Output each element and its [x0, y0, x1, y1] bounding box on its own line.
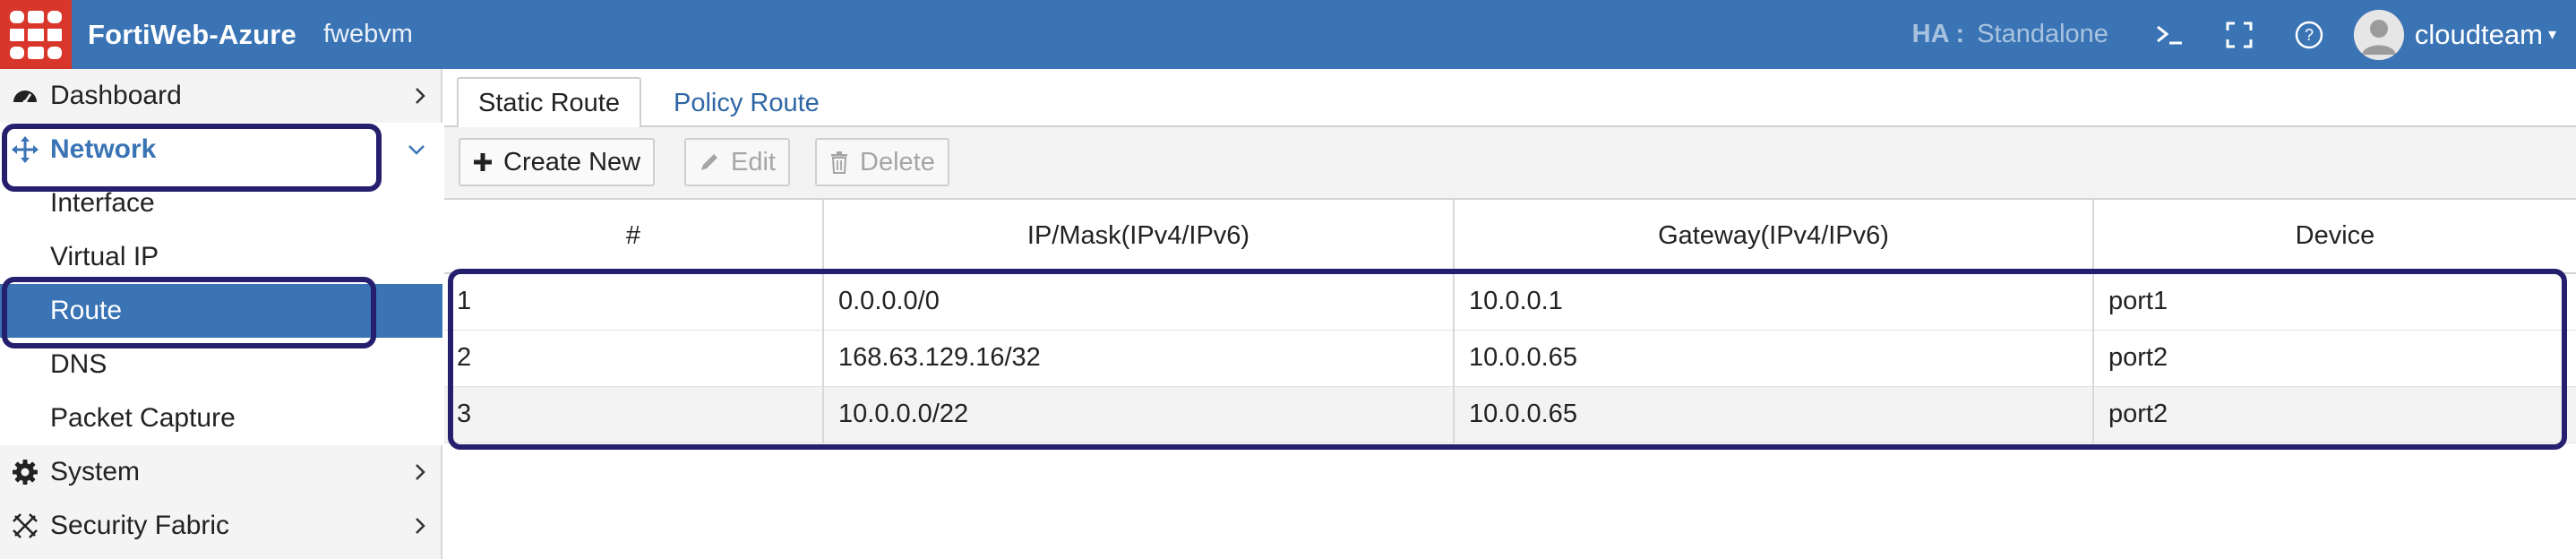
- sidebar: Dashboard Network Interface Virtual IP R…: [0, 69, 442, 559]
- sidebar-item-label: Network: [50, 134, 157, 164]
- edit-label: Edit: [731, 147, 776, 176]
- static-route-table: # IP/Mask(IPv4/IPv6) Gateway(IPv4/IPv6) …: [444, 200, 2576, 443]
- sidebar-item-dns[interactable]: DNS: [0, 338, 442, 391]
- fullscreen-icon: [2226, 22, 2253, 47]
- sidebar-item-system[interactable]: System: [0, 445, 442, 499]
- user-menu[interactable]: cloudteam ▾: [2353, 9, 2556, 60]
- column-header-device[interactable]: Device: [2093, 200, 2576, 274]
- delete-label: Delete: [860, 147, 935, 176]
- edit-button[interactable]: Edit: [684, 138, 790, 186]
- cell-gateway: 10.0.0.65: [1454, 330, 2094, 387]
- table-row[interactable]: 2 168.63.129.16/32 10.0.0.65 port2: [444, 330, 2576, 387]
- cell-ip-mask: 10.0.0.0/22: [823, 386, 1455, 443]
- plus-icon: [473, 152, 493, 172]
- sidebar-item-label: DNS: [50, 349, 107, 379]
- sidebar-item-dashboard[interactable]: Dashboard: [0, 69, 442, 123]
- sidebar-item-virtual-ip[interactable]: Virtual IP: [0, 230, 442, 284]
- cell-gateway: 10.0.0.65: [1454, 386, 2094, 443]
- fortinet-logo[interactable]: [0, 0, 72, 69]
- svg-text:?: ?: [2305, 26, 2314, 44]
- table-row[interactable]: 1 0.0.0.0/0 10.0.0.1 port1: [444, 273, 2576, 331]
- table-header-row: # IP/Mask(IPv4/IPv6) Gateway(IPv4/IPv6) …: [444, 200, 2576, 274]
- dashboard-icon: [0, 84, 50, 108]
- sidebar-item-label: Dashboard: [50, 81, 182, 110]
- user-avatar-icon: [2353, 9, 2404, 60]
- sidebar-item-packet-capture[interactable]: Packet Capture: [0, 391, 442, 445]
- fortinet-logo-icon: [10, 10, 62, 59]
- main-content: Static Route Policy Route Create New Edi…: [444, 69, 2576, 559]
- sidebar-item-label: Packet Capture: [50, 403, 236, 433]
- cell-ip-mask: 0.0.0.0/0: [823, 273, 1455, 331]
- sidebar-item-security-fabric[interactable]: Security Fabric: [0, 499, 442, 553]
- tab-policy-route[interactable]: Policy Route: [654, 77, 839, 129]
- sidebar-item-label: Route: [50, 296, 123, 325]
- sidebar-item-label: System: [50, 457, 141, 486]
- fullscreen-button[interactable]: [2212, 0, 2266, 69]
- column-header-ip-mask[interactable]: IP/Mask(IPv4/IPv6): [823, 200, 1455, 274]
- table-row[interactable]: 3 10.0.0.0/22 10.0.0.65 port2: [444, 386, 2576, 443]
- app-title: FortiWeb-Azure: [88, 18, 296, 50]
- column-header-gateway[interactable]: Gateway(IPv4/IPv6): [1454, 200, 2094, 274]
- chevron-right-icon: [414, 499, 426, 553]
- cli-console-button[interactable]: [2142, 0, 2196, 69]
- delete-button[interactable]: Delete: [815, 138, 949, 186]
- security-fabric-icon: [0, 512, 50, 539]
- host-name: fwebvm: [323, 20, 413, 48]
- help-button[interactable]: ?: [2282, 0, 2336, 69]
- sidebar-item-label: Security Fabric: [50, 511, 230, 540]
- sidebar-item-interface[interactable]: Interface: [0, 176, 442, 230]
- terminal-icon: [2156, 25, 2182, 44]
- cell-id: 3: [444, 386, 824, 443]
- ha-label: HA :: [1911, 20, 1965, 48]
- chevron-down-icon: [407, 123, 426, 176]
- tab-bar: Static Route Policy Route: [444, 69, 2576, 129]
- top-bar: FortiWeb-Azure fwebvm HA : Standalone ? …: [0, 0, 2576, 69]
- chevron-down-icon: ▾: [2547, 25, 2556, 43]
- help-icon: ?: [2295, 21, 2323, 48]
- cell-device: port2: [2093, 386, 2576, 443]
- cell-id: 2: [444, 330, 824, 387]
- ha-status: Standalone: [1977, 20, 2108, 48]
- cell-id: 1: [444, 273, 824, 331]
- sidebar-item-label: Virtual IP: [50, 242, 159, 271]
- user-name: cloudteam: [2414, 18, 2543, 50]
- trash-icon: [829, 150, 849, 174]
- network-move-icon: [0, 135, 50, 164]
- cell-gateway: 10.0.0.1: [1454, 273, 2094, 331]
- toolbar: Create New Edit Delete: [444, 127, 2576, 200]
- create-new-label: Create New: [503, 147, 641, 176]
- avatar: [2353, 9, 2404, 60]
- cell-ip-mask: 168.63.129.16/32: [823, 330, 1455, 387]
- create-new-button[interactable]: Create New: [459, 138, 656, 186]
- sidebar-item-label: Interface: [50, 188, 155, 218]
- chevron-right-icon: [414, 445, 426, 499]
- sidebar-item-route[interactable]: Route: [0, 284, 442, 338]
- tab-static-route[interactable]: Static Route: [457, 77, 641, 129]
- chevron-right-icon: [414, 69, 426, 123]
- pencil-icon: [699, 151, 720, 173]
- gear-icon: [0, 459, 50, 486]
- sidebar-item-network[interactable]: Network: [0, 123, 442, 176]
- cell-device: port1: [2093, 273, 2576, 331]
- column-header-id[interactable]: #: [444, 200, 824, 274]
- cell-device: port2: [2093, 330, 2576, 387]
